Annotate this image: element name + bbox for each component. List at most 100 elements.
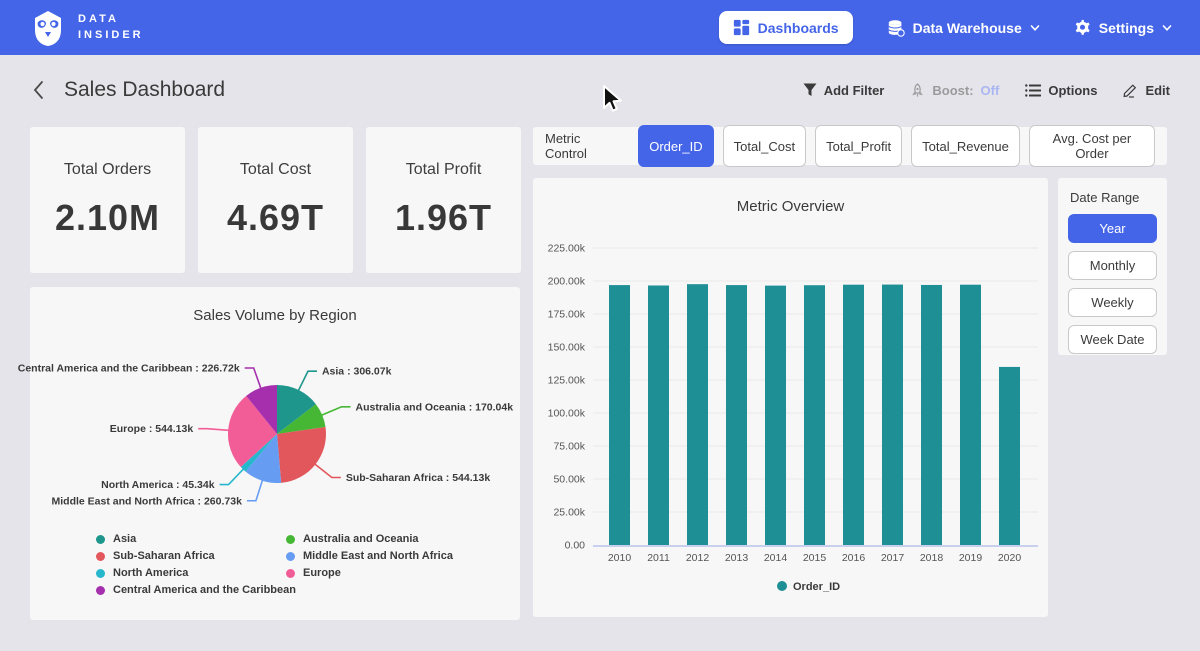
svg-text:225.00k: 225.00k <box>548 243 586 255</box>
svg-text:2014: 2014 <box>764 552 788 564</box>
bar-chart-title: Metric Overview <box>533 178 1048 215</box>
database-icon <box>887 19 905 37</box>
bar-2020[interactable] <box>999 367 1020 545</box>
pie-slice-sub-saharan-africa[interactable] <box>277 427 326 483</box>
pie-legend-item-sub-saharan-africa[interactable]: Sub-Saharan Africa <box>96 548 296 564</box>
boost-toggle[interactable]: Boost: Off <box>910 83 999 98</box>
svg-text:2019: 2019 <box>959 552 983 564</box>
metric-button-total-revenue[interactable]: Total_Revenue <box>911 125 1020 167</box>
options-label: Options <box>1048 83 1097 98</box>
legend-dot <box>96 552 105 561</box>
brand[interactable]: DATA INSIDER <box>28 8 144 48</box>
bar-2019[interactable] <box>960 285 981 545</box>
svg-text:150.00k: 150.00k <box>548 342 586 354</box>
kpi-value: 4.69T <box>227 197 324 239</box>
kpi-value: 1.96T <box>395 197 492 239</box>
chevron-down-icon <box>1030 23 1040 33</box>
bar-legend-label: Order_ID <box>793 581 840 593</box>
legend-label: Sub-Saharan Africa <box>113 550 215 562</box>
bar-2017[interactable] <box>882 285 903 545</box>
svg-text:2013: 2013 <box>725 552 749 564</box>
bar-chart-card: Metric Overview 0.0025.00k50.00k75.00k10… <box>533 178 1048 617</box>
top-navbar: DATA INSIDER Dashboards Data Warehouse <box>0 0 1200 55</box>
kpi-card-total-cost: Total Cost 4.69T <box>198 127 353 273</box>
pie-label-north-america: North America : 45.34k <box>101 479 215 491</box>
legend-dot <box>286 552 295 561</box>
svg-text:2010: 2010 <box>608 552 632 564</box>
pie-label-central-america-and-the-caribbean: Central America and the Caribbean : 226.… <box>18 362 240 374</box>
metric-button-total-cost[interactable]: Total_Cost <box>723 125 806 167</box>
metric-control-label: Metric Control <box>545 131 624 161</box>
pie-legend-item-central-america-and-the-caribbean[interactable]: Central America and the Caribbean <box>96 582 296 598</box>
kpi-label: Total Cost <box>240 161 311 179</box>
svg-text:0.00: 0.00 <box>565 540 586 552</box>
metric-button-total-profit[interactable]: Total_Profit <box>815 125 902 167</box>
nav-settings-label: Settings <box>1099 20 1154 36</box>
svg-text:2015: 2015 <box>803 552 827 564</box>
legend-dot <box>96 586 105 595</box>
nav-dashboards-button[interactable]: Dashboards <box>719 11 853 44</box>
pie-legend-item-australia-and-oceania[interactable]: Australia and Oceania <box>286 531 453 547</box>
bar-2012[interactable] <box>687 284 708 545</box>
pie-chart-card: Sales Volume by Region Asia : 306.07kAus… <box>30 287 520 620</box>
brand-text: DATA INSIDER <box>78 12 144 44</box>
svg-text:2016: 2016 <box>842 552 866 564</box>
bar-2013[interactable] <box>726 285 747 545</box>
add-filter-label: Add Filter <box>824 83 885 98</box>
svg-text:2018: 2018 <box>920 552 944 564</box>
kpi-label: Total Orders <box>64 161 151 179</box>
legend-label: Asia <box>113 533 136 545</box>
edit-label: Edit <box>1145 83 1170 98</box>
edit-pencil-icon <box>1123 83 1138 98</box>
svg-text:100.00k: 100.00k <box>548 408 586 420</box>
kpi-value: 2.10M <box>55 197 160 239</box>
kpi-card-total-orders: Total Orders 2.10M <box>30 127 185 273</box>
metric-button-avg-cost-per-order[interactable]: Avg. Cost per Order <box>1029 125 1155 167</box>
add-filter-button[interactable]: Add Filter <box>803 83 885 98</box>
date-range-button-year[interactable]: Year <box>1068 214 1157 243</box>
pie-legend-item-middle-east-and-north-africa[interactable]: Middle East and North Africa <box>286 548 453 564</box>
legend-label: Middle East and North Africa <box>303 550 453 562</box>
chevron-down-icon <box>1162 23 1172 33</box>
date-range-button-week-date[interactable]: Week Date <box>1068 325 1157 354</box>
dashboards-grid-icon <box>733 19 750 36</box>
bar-2018[interactable] <box>921 285 942 545</box>
pie-legend-item-north-america[interactable]: North America <box>96 565 296 581</box>
pie-label-asia: Asia : 306.07k <box>322 366 392 378</box>
bar-chart[interactable]: 0.0025.00k50.00k75.00k100.00k125.00k150.… <box>533 226 1048 616</box>
svg-text:2020: 2020 <box>998 552 1022 564</box>
nav-settings-button[interactable]: Settings <box>1074 19 1172 36</box>
bar-2016[interactable] <box>843 285 864 545</box>
pie-label-australia-and-oceania: Australia and Oceania : 170.04k <box>355 401 513 413</box>
metric-button-order-id[interactable]: Order_ID <box>638 125 713 167</box>
bar-2010[interactable] <box>609 285 630 545</box>
svg-text:175.00k: 175.00k <box>548 309 586 321</box>
svg-text:25.00k: 25.00k <box>553 507 585 519</box>
filter-icon <box>803 83 817 97</box>
rocket-icon <box>910 83 925 98</box>
edit-button[interactable]: Edit <box>1123 83 1170 98</box>
legend-dot <box>286 535 295 544</box>
bar-2014[interactable] <box>765 286 786 545</box>
date-range-button-weekly[interactable]: Weekly <box>1068 288 1157 317</box>
bar-2011[interactable] <box>648 285 669 545</box>
back-icon[interactable] <box>30 80 46 100</box>
date-range-button-monthly[interactable]: Monthly <box>1068 251 1157 280</box>
svg-text:125.00k: 125.00k <box>548 375 586 387</box>
options-list-icon <box>1025 84 1041 97</box>
metric-control-bar: Metric Control Order_IDTotal_CostTotal_P… <box>533 127 1167 165</box>
pie-legend-item-europe[interactable]: Europe <box>286 565 453 581</box>
nav-data-warehouse-label: Data Warehouse <box>913 20 1022 36</box>
options-button[interactable]: Options <box>1025 83 1097 98</box>
pie-legend-item-asia[interactable]: Asia <box>96 531 296 547</box>
legend-dot <box>96 535 105 544</box>
bar-2015[interactable] <box>804 285 825 545</box>
legend-label: Australia and Oceania <box>303 533 419 545</box>
svg-text:200.00k: 200.00k <box>548 276 586 288</box>
pie-legend-column-2: Australia and Oceania Middle East and Nor… <box>286 531 453 582</box>
boost-value: Off <box>981 83 1000 98</box>
pie-chart[interactable]: Asia : 306.07k Australia and Oceania : 17… <box>30 335 520 525</box>
kpi-label: Total Profit <box>406 161 482 179</box>
nav-data-warehouse-button[interactable]: Data Warehouse <box>887 19 1040 37</box>
pie-legend-column-1: Asia Sub-Saharan Africa North AmericaCentr… <box>96 531 296 599</box>
